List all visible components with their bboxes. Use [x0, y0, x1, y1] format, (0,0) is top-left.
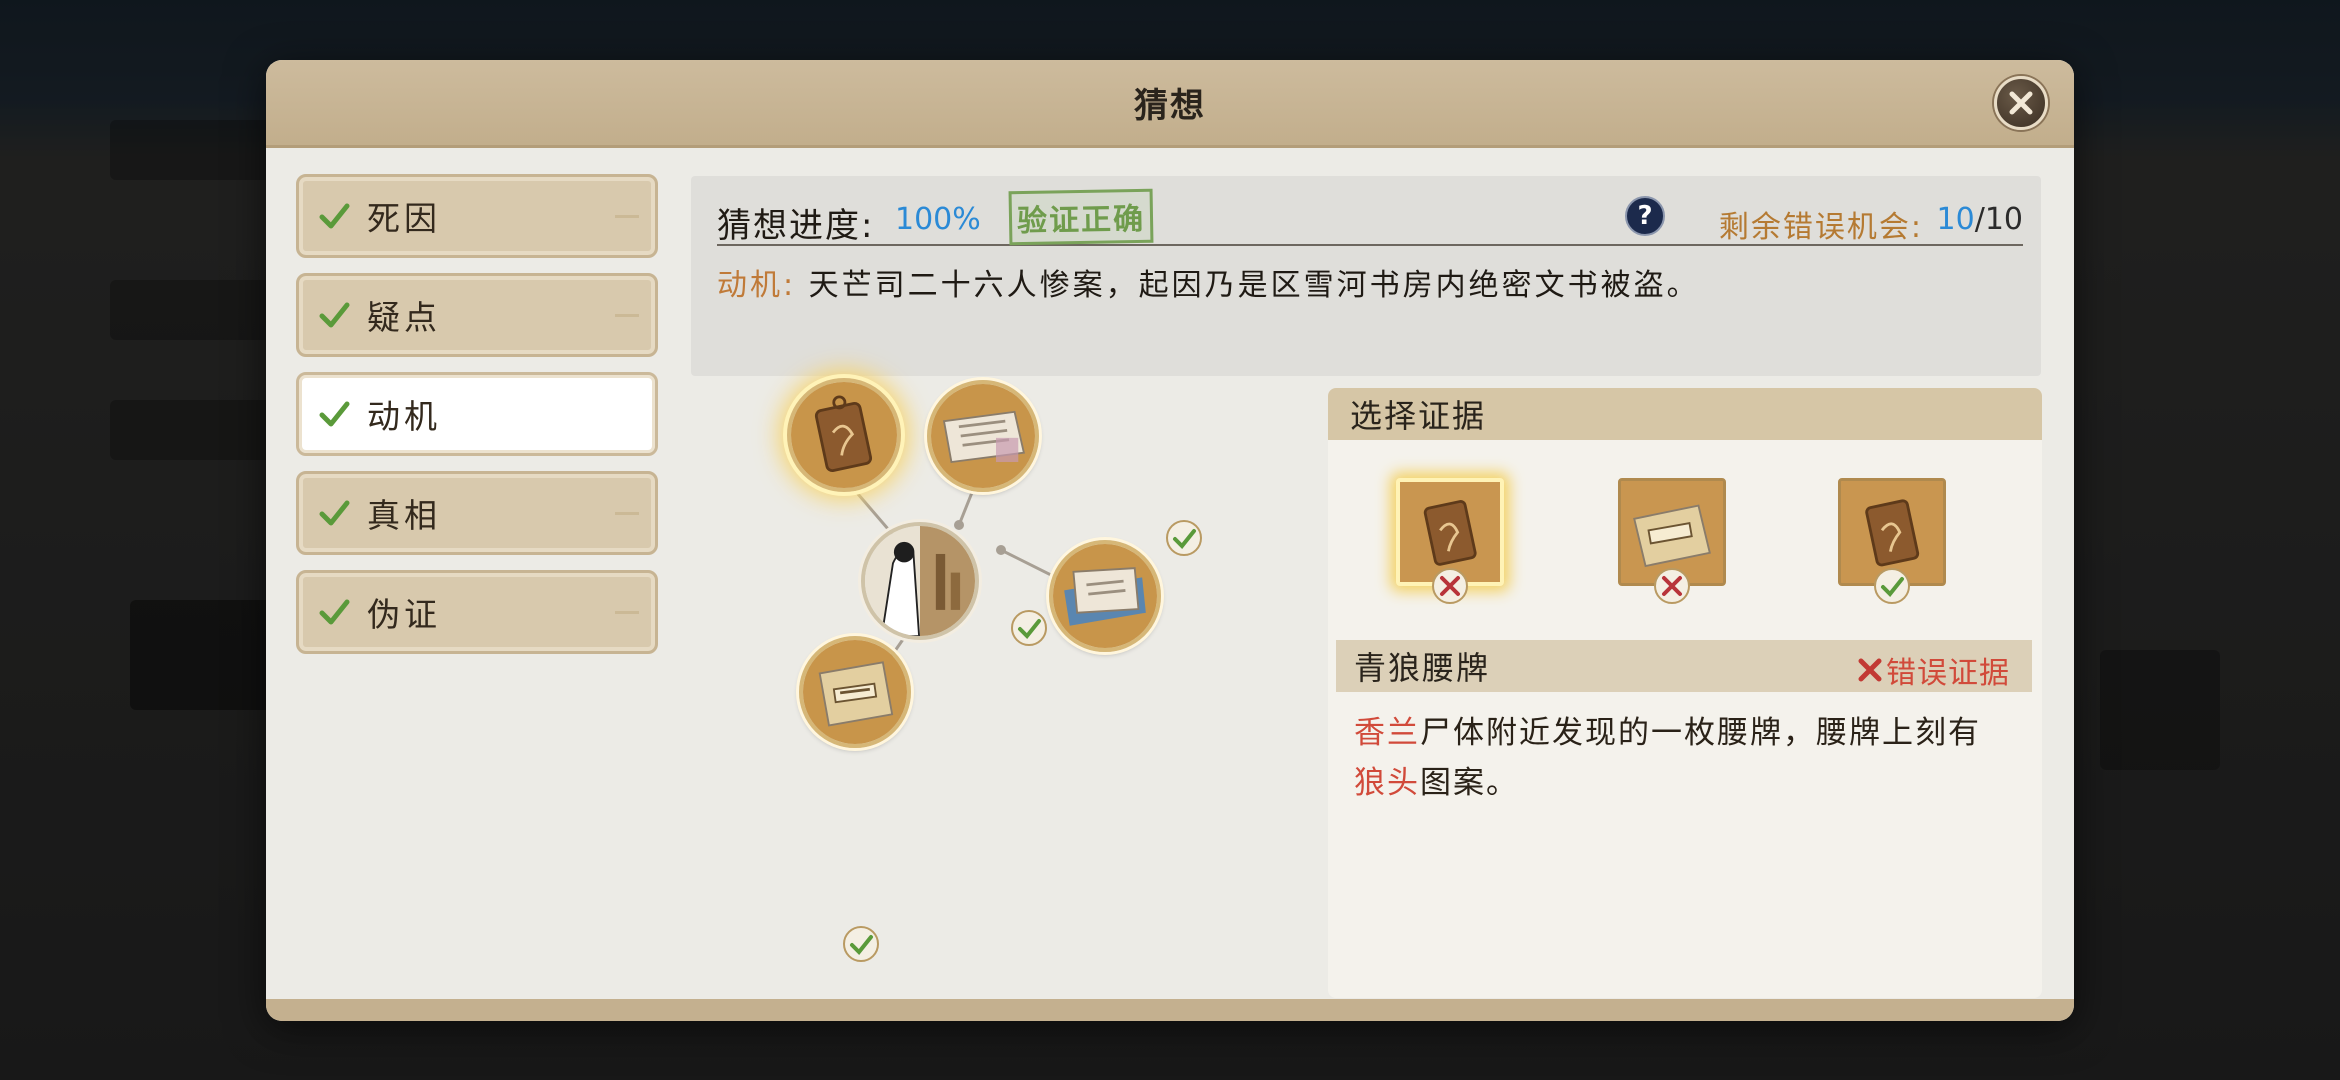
chances-total: /10 — [1974, 202, 2023, 237]
book-scroll-icon — [931, 384, 1035, 488]
tab-decoration — [615, 215, 639, 218]
evidence-detail-bar: 青狼腰牌 错误证据 — [1336, 640, 2032, 692]
evidence-node-scroll-paper[interactable] — [799, 636, 911, 748]
check-icon — [319, 302, 350, 328]
chances-value: 10/10 — [1937, 202, 2023, 237]
evidence-graph — [691, 378, 1321, 1000]
tab-motive[interactable]: 动机 — [296, 372, 658, 456]
progress-label: 猜想进度: — [717, 206, 875, 246]
tab-doubts[interactable]: 疑点 — [296, 273, 658, 357]
chances-label: 剩余错误机会: — [1718, 210, 1923, 245]
help-icon[interactable]: ? — [1625, 196, 1665, 236]
motive-text: 天芒司二十六人惨案，起因乃是区雪河书房内绝密文书被盗。 — [808, 268, 1700, 303]
evidence-node-book-scroll[interactable] — [927, 380, 1039, 492]
evidence-header: 选择证据 — [1328, 388, 2042, 440]
character-portrait-icon — [861, 522, 979, 640]
motive-key: 动机: — [717, 268, 797, 303]
wrong-circle-icon — [1432, 568, 1468, 604]
tab-decoration — [615, 512, 639, 515]
tab-label: 动机 — [367, 397, 441, 436]
wrong-evidence-tag: 错误证据 — [1856, 648, 2010, 692]
portrait-art — [865, 526, 975, 636]
evidence-description: 香兰尸体附近发现的一枚腰牌，腰牌上刻有狼头图案。 — [1354, 708, 2012, 808]
progress-value: 100% — [895, 202, 981, 237]
category-tabs: 死因 疑点 动机 真相 伪证 — [296, 174, 658, 669]
map-letter-icon — [1053, 544, 1157, 648]
close-icon — [2009, 91, 2033, 115]
dialog-footer — [266, 999, 2074, 1021]
check-icon — [319, 599, 350, 625]
tab-label: 疑点 — [367, 298, 441, 337]
highlight-text: 香兰 — [1354, 715, 1420, 751]
evidence-node-wolf-token[interactable] — [787, 378, 901, 492]
desc-text: 图案。 — [1420, 765, 1519, 801]
desc-text: 尸体附近发现的一枚腰牌，腰牌上刻有 — [1420, 715, 1981, 751]
tab-label: 伪证 — [367, 595, 441, 634]
wrong-evidence-label: 错误证据 — [1886, 656, 2010, 691]
chances-current: 10 — [1936, 202, 1975, 237]
check-circle-icon — [1166, 520, 1202, 556]
check-icon — [319, 203, 350, 229]
evidence-name: 青狼腰牌 — [1354, 649, 1491, 687]
evidence-node-map-letter[interactable] — [1049, 540, 1161, 652]
evidence-cards — [1328, 478, 2042, 604]
scroll-paper-icon — [803, 640, 907, 744]
highlight-text: 狼头 — [1354, 765, 1420, 801]
check-circle-icon — [1874, 568, 1910, 604]
conjecture-dialog: 猜想 死因 疑点 动机 真相 伪证 猜想进度: 100% 验证正确 ? 剩余错误… — [266, 60, 2074, 1021]
check-circle-icon — [843, 926, 879, 962]
motive-row: 动机: 天芒司二十六人惨案，起因乃是区雪河书房内绝密文书被盗。 — [717, 260, 2021, 304]
dialog-header: 猜想 — [266, 60, 2074, 148]
check-icon — [319, 401, 350, 427]
tab-truth[interactable]: 真相 — [296, 471, 658, 555]
evidence-select-panel: 选择证据 青狼腰牌 错误证据 香兰尸体附近发现的一枚腰牌，腰牌上刻有狼头图案。 — [1328, 388, 2042, 998]
tab-label: 真相 — [367, 496, 441, 535]
cross-icon — [1858, 658, 1882, 682]
evidence-title: 选择证据 — [1350, 397, 1487, 435]
tab-decoration — [615, 314, 639, 317]
verified-stamp: 验证正确 — [1008, 188, 1154, 246]
tab-cause-of-death[interactable]: 死因 — [296, 174, 658, 258]
tab-decoration — [615, 611, 639, 614]
tab-label: 死因 — [367, 199, 441, 238]
check-circle-icon — [1011, 610, 1047, 646]
progress-row: 猜想进度: 100% 验证正确 ? 剩余错误机会: 10/10 — [717, 188, 2023, 246]
close-button[interactable] — [1994, 76, 2048, 130]
wolf-token-icon — [791, 382, 897, 488]
check-icon — [319, 500, 350, 526]
conjecture-info-panel: 猜想进度: 100% 验证正确 ? 剩余错误机会: 10/10 动机: 天芒司二… — [691, 176, 2041, 376]
dialog-title: 猜想 — [1134, 86, 1206, 126]
wrong-circle-icon — [1654, 568, 1690, 604]
tab-false-evidence[interactable]: 伪证 — [296, 570, 658, 654]
